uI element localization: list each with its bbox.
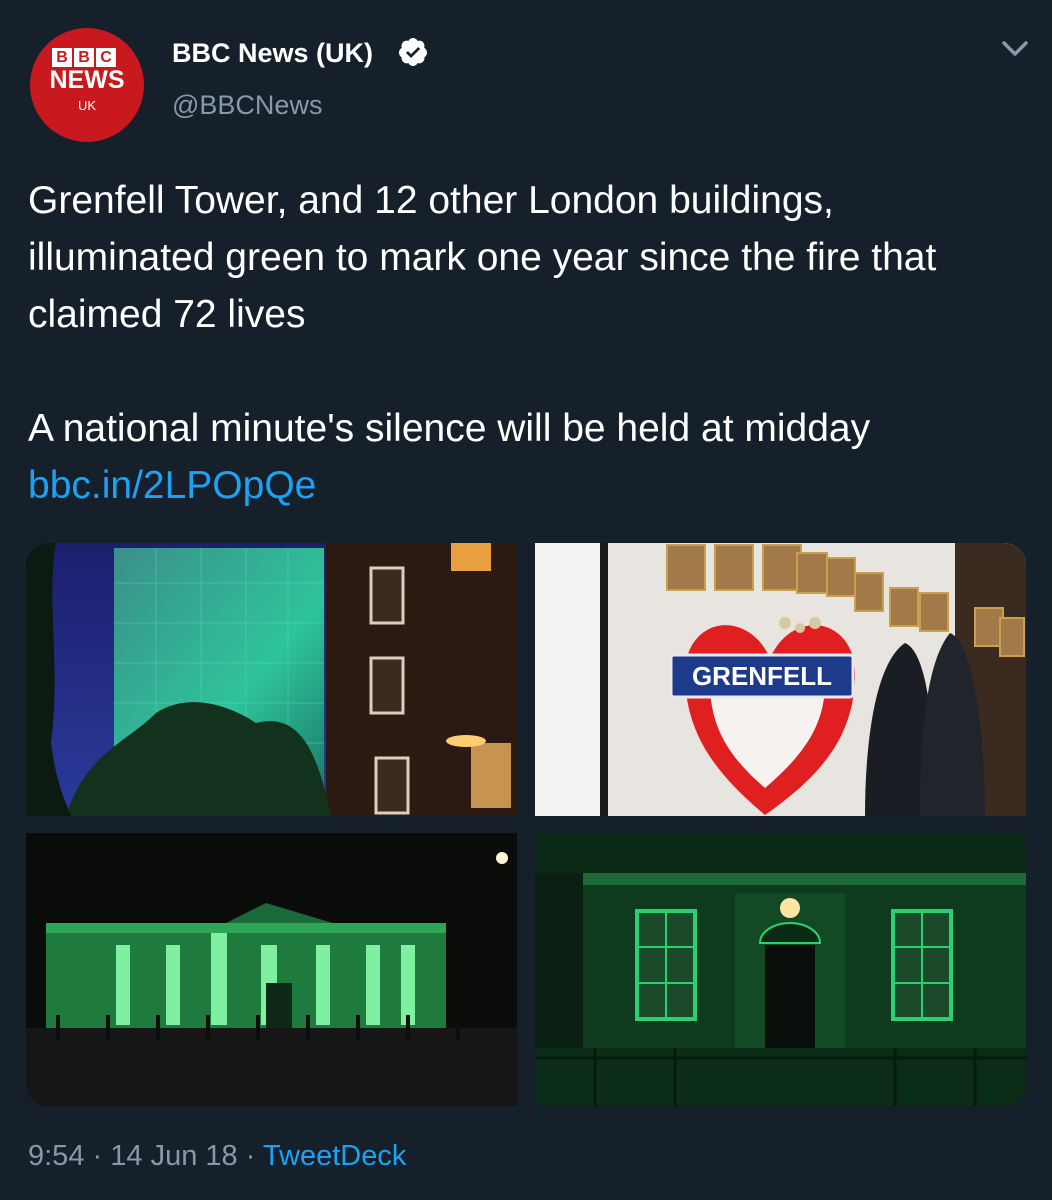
tweet-paragraph-2: A national minute's silence will be held…	[28, 407, 871, 450]
chevron-down-icon[interactable]	[998, 36, 1032, 62]
tweet-meta: 9:54 · 14 Jun 18 · TweetDeck	[28, 1136, 406, 1176]
bbc-logo-letter: C	[96, 48, 116, 67]
photo-grenfell-tower[interactable]	[26, 543, 517, 816]
tweet-time[interactable]: 9:54	[28, 1140, 84, 1172]
avatar-news-word: NEWS	[49, 66, 125, 94]
bbc-logo: B B C	[52, 48, 116, 67]
photo-green-facade[interactable]	[535, 833, 1026, 1106]
tweet-paragraph-1: Grenfell Tower, and 12 other London buil…	[28, 179, 937, 336]
author-avatar[interactable]: B B C NEWS UK	[30, 28, 144, 142]
meta-separator: ·	[92, 1140, 103, 1172]
grenfell-sign-text: GRENFELL	[692, 661, 832, 691]
tweet-source[interactable]: TweetDeck	[263, 1140, 406, 1172]
tweet-date[interactable]: 14 Jun 18	[110, 1140, 237, 1172]
verified-badge-icon	[398, 38, 427, 66]
photo-memorial-wall[interactable]: GRENFELL	[535, 543, 1026, 816]
author-display-name[interactable]: BBC News (UK)	[172, 36, 373, 70]
bbc-logo-letter: B	[74, 48, 94, 67]
photo-green-colonnade[interactable]	[26, 833, 517, 1106]
tweet-link[interactable]: bbc.in/2LPOpQe	[28, 464, 316, 507]
bbc-logo-letter: B	[52, 48, 72, 67]
media-grid: GRENFELL	[26, 543, 1026, 1106]
meta-separator: ·	[245, 1140, 256, 1172]
tweet-text: Grenfell Tower, and 12 other London buil…	[28, 172, 1028, 514]
avatar-region: UK	[77, 98, 97, 113]
tweet[interactable]: B B C NEWS UK BBC News (UK) @BBCNews Gre…	[0, 0, 1052, 1200]
author-handle[interactable]: @BBCNews	[172, 88, 322, 122]
